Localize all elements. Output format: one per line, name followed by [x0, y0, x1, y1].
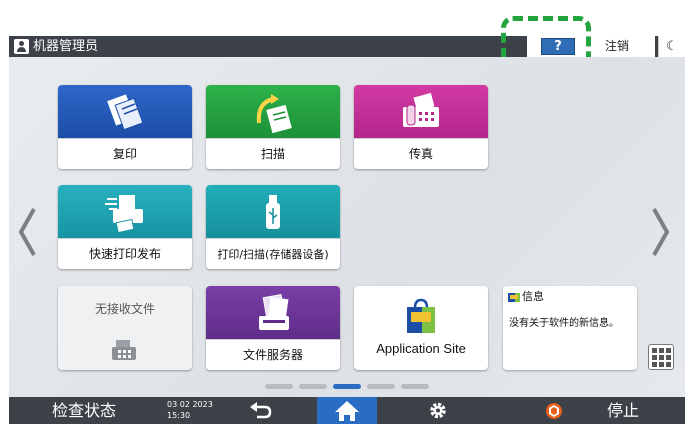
document-server-label: 文件服务器	[206, 339, 340, 370]
info-title: 信息	[522, 290, 544, 303]
back-button[interactable]	[245, 397, 275, 424]
print-scan-storage-tile[interactable]: 打印/扫描(存储器设备)	[206, 185, 340, 269]
date-text: 03 02 2023	[167, 400, 213, 409]
document-server-icon	[259, 294, 289, 330]
page-dot[interactable]	[333, 384, 361, 389]
stop-icon[interactable]	[545, 402, 563, 420]
document-server-tile[interactable]: 文件服务器	[206, 286, 340, 370]
gear-icon	[430, 402, 446, 419]
previous-page-arrow[interactable]	[17, 207, 37, 257]
scan-icon	[256, 94, 292, 133]
printer-icon	[105, 195, 143, 233]
usb-icon	[266, 195, 280, 229]
bottom-bar: 检查状态 03 02 2023 15:30 停止	[9, 397, 685, 424]
fax-icon	[403, 93, 439, 127]
home-icon	[335, 401, 359, 421]
quick-print-label: 快速打印发布	[58, 238, 192, 269]
page-dot[interactable]	[367, 384, 395, 389]
info-widget[interactable]: 信息 没有关于软件的新信息。	[503, 286, 637, 370]
sleep-button[interactable]: ☾	[658, 36, 685, 57]
date-time: 03 02 2023 15:30	[167, 399, 213, 421]
copy-label: 复印	[58, 138, 192, 169]
check-status-button[interactable]: 检查状态	[9, 397, 159, 424]
time-text: 15:30	[167, 411, 191, 420]
user-label: 机器管理员	[33, 39, 99, 54]
page-dot[interactable]	[265, 384, 293, 389]
scan-tile[interactable]: 扫描	[206, 85, 340, 169]
page-dot[interactable]	[401, 384, 429, 389]
chevron-right-icon	[652, 208, 670, 256]
logout-button[interactable]: 注销	[599, 36, 655, 57]
copy-icon	[107, 94, 144, 131]
inbox-printer-icon	[112, 340, 136, 360]
user-icon	[14, 39, 29, 54]
chevron-left-icon	[18, 208, 36, 256]
settings-button[interactable]	[423, 397, 453, 424]
application-site-tile[interactable]: Application Site	[354, 286, 488, 370]
fax-label: 传真	[354, 138, 488, 169]
no-received-files-label: 无接收文件	[94, 302, 155, 316]
fax-tile[interactable]: 传真	[354, 85, 488, 169]
no-received-files-tile[interactable]: 无接收文件	[58, 286, 192, 370]
back-arrow-icon	[250, 402, 272, 419]
app-list-button[interactable]	[648, 344, 674, 370]
copy-tile[interactable]: 复印	[58, 85, 192, 169]
print-scan-storage-label: 打印/扫描(存储器设备)	[206, 238, 340, 269]
next-page-arrow[interactable]	[651, 207, 671, 257]
info-body: 没有关于软件的新信息。	[509, 318, 619, 329]
grid-icon	[652, 348, 671, 367]
info-bag-icon	[508, 293, 520, 302]
stop-label[interactable]: 停止	[607, 397, 639, 424]
scan-label: 扫描	[206, 138, 340, 169]
page-dot[interactable]	[299, 384, 327, 389]
home-button[interactable]	[317, 397, 377, 424]
home-screen: 复印 扫描 传真 快速打印发布 打印/扫描(存储器设备) 无接收文件 文件服务器…	[9, 57, 685, 397]
application-site-label: Application Site	[376, 341, 466, 356]
quick-print-tile[interactable]: 快速打印发布	[58, 185, 192, 269]
shopping-bag-icon	[407, 298, 435, 333]
